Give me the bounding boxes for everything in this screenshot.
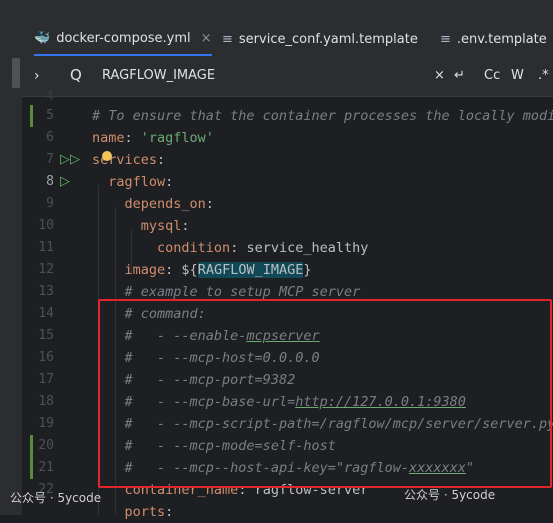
watermark-right: 公众号 · 5ycode (404, 488, 496, 502)
text-file-icon: ≡ (440, 31, 451, 47)
line-number: 13 (38, 284, 54, 299)
code-text: condition: service_healthy (157, 240, 369, 256)
annotation-highlight-box (98, 299, 552, 488)
text-file-icon: ≡ (222, 31, 233, 47)
clear-search-icon[interactable]: × (434, 68, 445, 83)
code-line: 8 ▷ ragflow: (22, 171, 553, 193)
code-line: 7 ▷▷ services: (22, 149, 553, 171)
left-tool-strip (0, 58, 22, 515)
code-text: image: ${RAGFLOW_IMAGE} (124, 262, 312, 278)
tab-env-template[interactable]: ≡ .env.template (440, 22, 547, 56)
editor-tab-bar: 🐳 docker-compose.yml × ≡ service_conf.ya… (0, 0, 553, 59)
code-text: mysql: (140, 218, 190, 234)
line-number: 9 (46, 196, 54, 211)
tab-label: service_conf.yaml.template (238, 31, 418, 47)
vcs-change-marker (30, 105, 33, 127)
tab-docker-compose[interactable]: 🐳 docker-compose.yml × (34, 22, 212, 56)
code-text: # To ensure that the container processes… (92, 108, 553, 124)
line-number: 18 (38, 394, 54, 409)
match-case-toggle[interactable]: Cc (484, 68, 500, 83)
line-number: 15 (38, 328, 54, 343)
run-service-icon[interactable]: ▷ (60, 174, 70, 190)
line-number: 20 (38, 438, 54, 453)
expand-replace-chevron-icon[interactable]: › (34, 68, 40, 84)
tool-strip-handle[interactable] (12, 58, 20, 88)
whole-words-toggle[interactable]: W (511, 68, 524, 83)
regex-toggle[interactable]: .* (538, 68, 549, 83)
code-line: 6 name: 'ragflow' (22, 127, 553, 149)
line-number: 21 (38, 460, 54, 475)
code-line: 5 # To ensure that the container process… (22, 105, 553, 127)
line-number: 19 (38, 416, 54, 431)
line-number: 17 (38, 372, 54, 387)
tab-service-conf[interactable]: ≡ service_conf.yaml.template (222, 22, 418, 56)
search-input[interactable]: RAGFLOW_IMAGE (102, 68, 215, 83)
code-line: 10 mysql: (22, 215, 553, 237)
code-text: depends_on: (124, 196, 214, 212)
code-line: 11 condition: service_healthy (22, 237, 553, 259)
line-number: 7 (46, 152, 54, 167)
line-number: 11 (38, 240, 54, 255)
code-text: ragflow: (108, 174, 174, 190)
code-text: name: 'ragflow' (92, 130, 214, 146)
code-text: ports: (124, 504, 174, 520)
line-number: 16 (38, 350, 54, 365)
intention-bulb-icon[interactable] (102, 151, 112, 161)
docker-icon: 🐳 (34, 30, 51, 46)
code-line: 9 depends_on: (22, 193, 553, 215)
tab-label: docker-compose.yml (56, 30, 191, 46)
watermark-left: 公众号 · 5ycode (10, 491, 102, 505)
run-all-services-icon[interactable]: ▷▷ (60, 152, 80, 168)
new-line-icon[interactable]: ↵ (454, 68, 465, 83)
line-number: 14 (38, 306, 54, 321)
line-number: 12 (38, 262, 54, 277)
line-number: 10 (38, 218, 54, 233)
search-icon[interactable]: Q (70, 66, 82, 84)
tab-label: .env.template (456, 31, 547, 47)
line-number: 8 (46, 174, 54, 189)
close-icon[interactable]: × (201, 31, 212, 46)
line-number: 5 (46, 108, 54, 123)
search-match-highlight: RAGFLOW_IMAGE (197, 262, 304, 278)
code-line: 22 ports: (22, 501, 553, 523)
line-number: 6 (46, 130, 54, 145)
code-line: 12 image: ${RAGFLOW_IMAGE} (22, 259, 553, 281)
